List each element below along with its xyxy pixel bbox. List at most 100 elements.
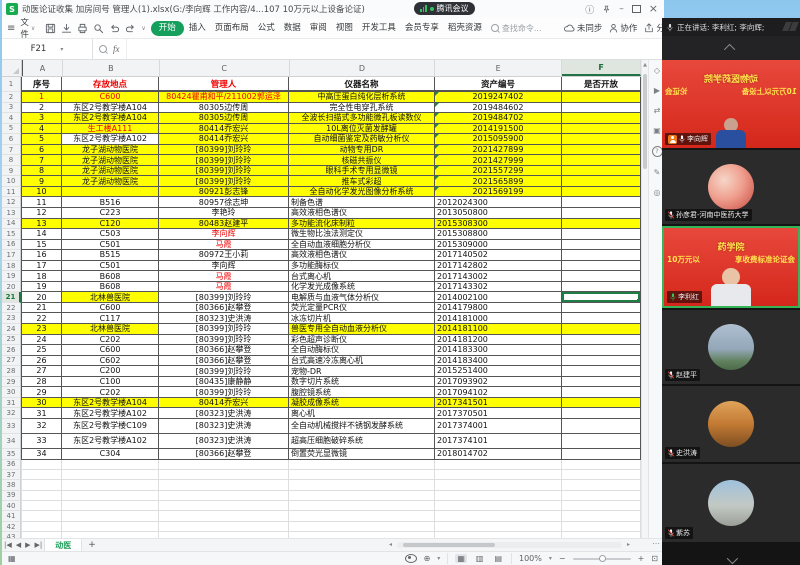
cell-A21[interactable]: 20: [21, 292, 62, 303]
cell-A17[interactable]: 16: [21, 250, 62, 261]
cell-E26[interactable]: 2014183300: [435, 345, 562, 356]
cell-B34[interactable]: 东区2号教学楼A102: [62, 434, 159, 449]
close-button[interactable]: ×: [649, 4, 658, 14]
cell-F4[interactable]: [562, 113, 641, 124]
fullscreen-icon[interactable]: ⊡: [651, 554, 658, 563]
cell-A8[interactable]: 7: [21, 155, 62, 166]
row-header-34[interactable]: 34: [2, 434, 21, 449]
cell-F11[interactable]: [562, 187, 641, 198]
cell-E20[interactable]: 2017143302: [435, 282, 562, 293]
cell-D18[interactable]: 多功能酶标仪: [289, 261, 435, 272]
print-icon[interactable]: [77, 23, 88, 34]
row-header-5[interactable]: 5: [2, 124, 21, 135]
cell-D14[interactable]: 多功能流化床制粒: [289, 219, 435, 230]
cell-A6[interactable]: 5: [21, 134, 62, 145]
column-header-B[interactable]: B: [63, 60, 160, 76]
hamburger-menu-icon[interactable]: ≡: [7, 23, 15, 34]
row-header-10[interactable]: 10: [2, 176, 21, 187]
cell-A1[interactable]: 序号: [21, 77, 62, 92]
cell-D42[interactable]: [289, 522, 435, 532]
cell-A36[interactable]: [21, 460, 62, 470]
vertical-scrollbar[interactable]: ▲: [641, 60, 648, 538]
row-header-18[interactable]: 18: [2, 261, 21, 272]
tab-会员专享[interactable]: 会员专享: [401, 21, 443, 36]
row-header-41[interactable]: 41: [2, 511, 21, 521]
cell-D36[interactable]: [289, 460, 435, 470]
file-menu-button[interactable]: 文件∨: [20, 16, 35, 40]
row-header-3[interactable]: 3: [2, 103, 21, 114]
cell-E40[interactable]: [435, 501, 562, 511]
qat-customize-icon[interactable]: ∨: [141, 25, 145, 32]
sheet-tab-active[interactable]: 动医: [44, 539, 82, 551]
cell-F20[interactable]: [562, 282, 641, 293]
cell-A4[interactable]: 3: [21, 113, 62, 124]
cell-A28[interactable]: 27: [21, 366, 62, 377]
cell-D37[interactable]: [289, 470, 435, 480]
cell-A30[interactable]: 29: [21, 387, 62, 398]
cell-B5[interactable]: 生工楼A111: [62, 124, 159, 135]
cell-E42[interactable]: [435, 522, 562, 532]
cell-C6[interactable]: 80414乔宏兴: [159, 134, 289, 145]
cell-D20[interactable]: 化学发光成像系统: [289, 282, 435, 293]
cell-C35[interactable]: [80366]赵攀登: [159, 449, 289, 460]
cell-C24[interactable]: [80399]刘玲玲: [159, 324, 289, 335]
cell-B30[interactable]: C202: [62, 387, 159, 398]
row-header-20[interactable]: 20: [2, 282, 21, 293]
row-header-12[interactable]: 12: [2, 197, 21, 208]
row-header-22[interactable]: 22: [2, 303, 21, 314]
cell-C23[interactable]: [80323]史洪涛: [159, 313, 289, 324]
cell-A23[interactable]: 22: [21, 313, 62, 324]
cell-A12[interactable]: 11: [21, 197, 62, 208]
cell-C30[interactable]: [80399]刘玲玲: [159, 387, 289, 398]
cell-F30[interactable]: [562, 387, 641, 398]
row-header-31[interactable]: 31: [2, 398, 21, 409]
cell-F5[interactable]: [562, 124, 641, 135]
zoom-out-button[interactable]: −: [559, 554, 566, 563]
select-cursor-icon[interactable]: ▶: [654, 86, 660, 95]
cell-E13[interactable]: 2013050800: [435, 208, 562, 219]
cell-F39[interactable]: [562, 491, 641, 501]
cell-D10[interactable]: 推车式彩超: [289, 176, 435, 187]
cell-C15[interactable]: 李向辉: [159, 229, 289, 240]
cell-A5[interactable]: 4: [21, 124, 62, 135]
cell-A7[interactable]: 6: [21, 145, 62, 156]
participant-tile-赵建平[interactable]: 赵建平: [662, 310, 800, 384]
participant-tile-李向辉[interactable]: 动物医药学院10万元以上设备论证会李向辉: [662, 60, 800, 148]
horizontal-scrollbar[interactable]: [397, 542, 622, 548]
cell-F25[interactable]: [562, 335, 641, 346]
cell-B32[interactable]: 东区2号教学楼A102: [62, 408, 159, 419]
cell-D26[interactable]: 全自动酶标仪: [289, 345, 435, 356]
cell-D8[interactable]: 核磁共振仪: [289, 155, 435, 166]
cell-A9[interactable]: 8: [21, 166, 62, 177]
cell-B2[interactable]: C600: [62, 92, 159, 103]
cell-E16[interactable]: 2015309000: [435, 240, 562, 251]
row-header-9[interactable]: 9: [2, 166, 21, 177]
add-sheet-button[interactable]: +: [82, 540, 102, 550]
cell-C21[interactable]: [80399]刘玲玲: [159, 292, 289, 303]
maximize-button[interactable]: [632, 5, 641, 13]
cell-A22[interactable]: 21: [21, 303, 62, 314]
row-header-26[interactable]: 26: [2, 345, 21, 356]
cell-A25[interactable]: 24: [21, 335, 62, 346]
cell-B25[interactable]: C202: [62, 335, 159, 346]
cell-B27[interactable]: C602: [62, 356, 159, 367]
cell-D9[interactable]: 眼科手术专用显微镜: [289, 166, 435, 177]
cell-F36[interactable]: [562, 460, 641, 470]
cell-D32[interactable]: 离心机: [289, 408, 435, 419]
row-header-1[interactable]: 1: [2, 77, 21, 92]
cell-C12[interactable]: 80957徐志坤: [159, 197, 289, 208]
cell-F15[interactable]: [562, 229, 641, 240]
cell-D4[interactable]: 全波长扫描式多功能微孔板读数仪: [289, 113, 435, 124]
cell-F35[interactable]: [562, 449, 641, 460]
cell-B8[interactable]: 龙子湖动物医院: [62, 155, 159, 166]
tab-视图[interactable]: 视图: [332, 21, 357, 36]
panels-icon[interactable]: ▣: [653, 126, 661, 135]
normal-view-button[interactable]: ▦: [455, 554, 467, 563]
resource-icon[interactable]: ◎: [654, 188, 661, 197]
cell-D1[interactable]: 仪器名称: [289, 77, 435, 92]
cell-C42[interactable]: [159, 522, 289, 532]
cell-A34[interactable]: 33: [21, 434, 62, 449]
cell-B41[interactable]: [62, 511, 159, 521]
participant-tile-紫苏[interactable]: 紫苏: [662, 464, 800, 542]
row-header-33[interactable]: 33: [2, 419, 21, 434]
